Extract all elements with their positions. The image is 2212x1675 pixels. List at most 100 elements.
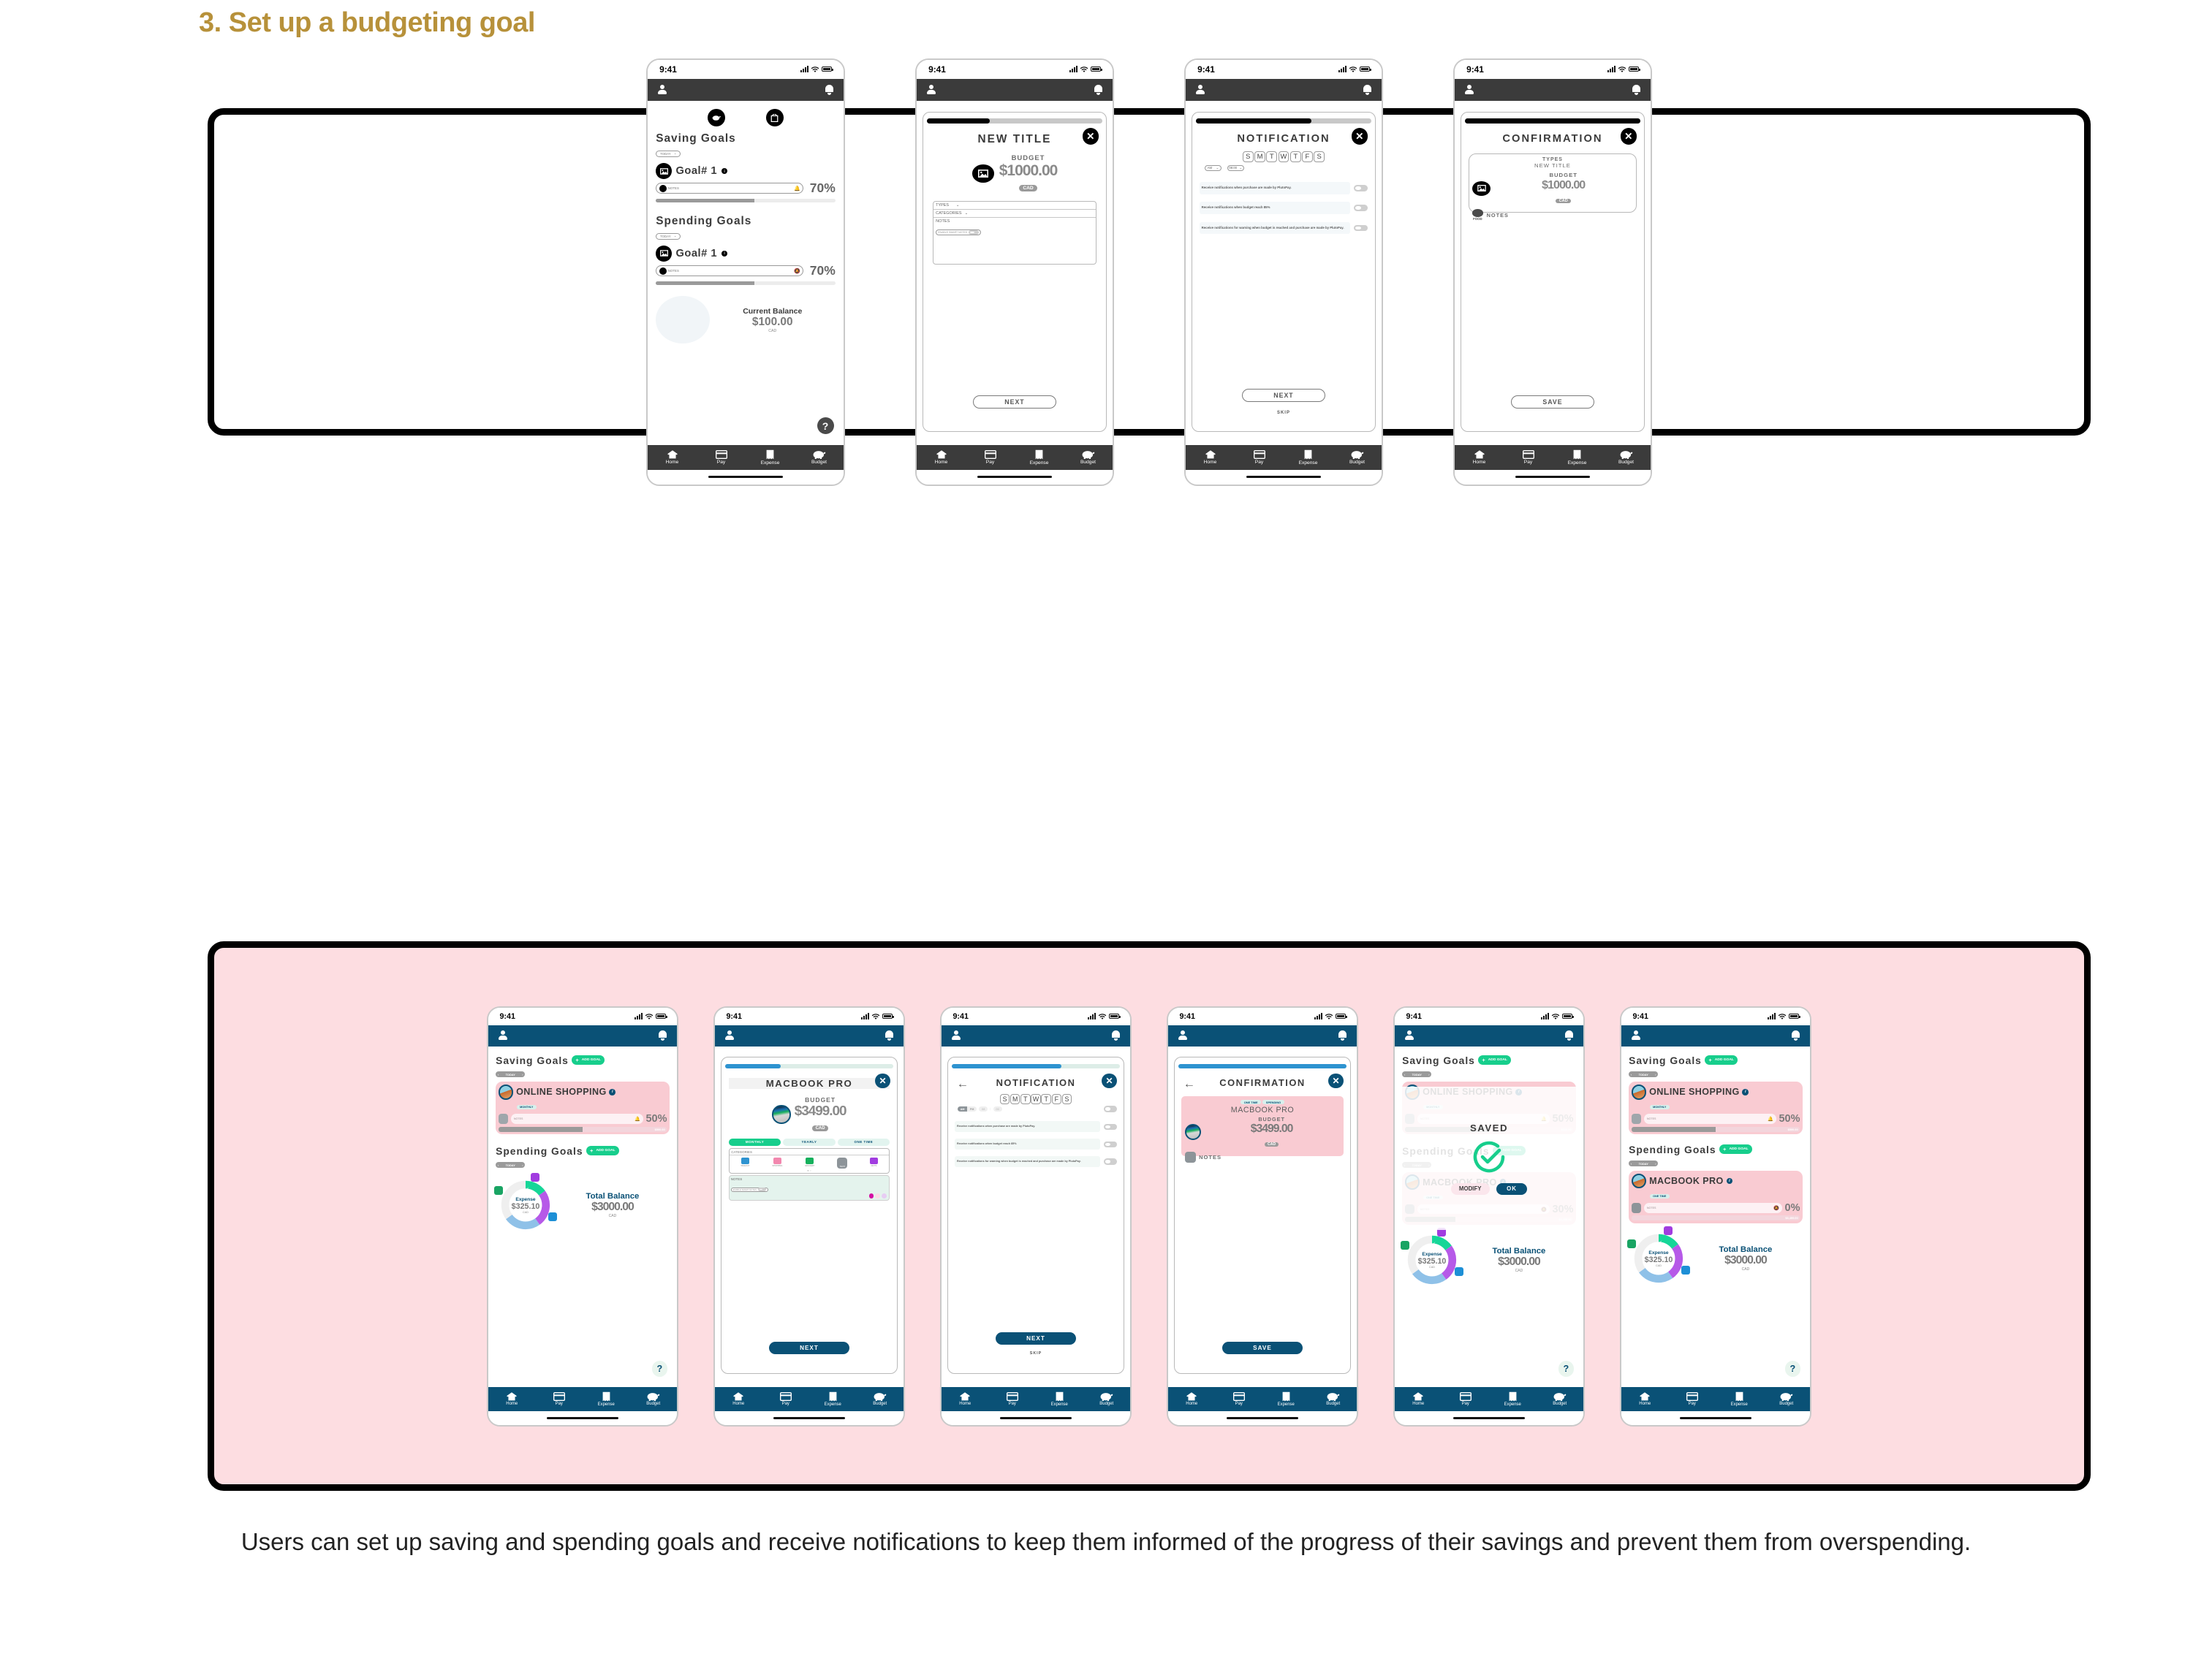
close-icon[interactable]: ✕ bbox=[1351, 128, 1368, 145]
hour-field[interactable]: 08 bbox=[979, 1106, 988, 1112]
period-selector[interactable]: ‹ TODAY › bbox=[496, 1071, 526, 1078]
bell-on-icon[interactable]: 🔔 bbox=[794, 186, 800, 191]
help-button[interactable]: ? bbox=[1784, 1361, 1801, 1377]
goal-notes-field[interactable]: NOTES 🔔 bbox=[1644, 1113, 1776, 1124]
next-period-icon[interactable]: › bbox=[1655, 1162, 1656, 1166]
tab-home[interactable]: Home bbox=[715, 1391, 762, 1406]
notes-field[interactable]: NOTES 🔕 bbox=[656, 265, 804, 277]
notification-bell-icon[interactable] bbox=[885, 1030, 894, 1041]
tab-home[interactable]: Home bbox=[488, 1391, 536, 1406]
next-button[interactable]: NEXT bbox=[1241, 389, 1326, 403]
add-goal-button[interactable]: +ADD GOAL bbox=[586, 1146, 619, 1155]
category-gifts[interactable]: GIFTS bbox=[870, 1158, 878, 1169]
day-toggle-S[interactable]: S bbox=[1314, 151, 1325, 163]
notes-field[interactable]: NOTES 🔔 bbox=[656, 183, 804, 194]
tab-expense[interactable]: Expense bbox=[1489, 1391, 1537, 1407]
tab-pay[interactable]: Pay bbox=[762, 1391, 810, 1406]
info-icon[interactable]: i bbox=[721, 167, 728, 175]
profile-icon[interactable] bbox=[1195, 84, 1205, 95]
bell-on-icon[interactable]: 🔔 bbox=[635, 1116, 640, 1122]
tab-home[interactable]: Home bbox=[1455, 449, 1504, 465]
notification-option-toggle[interactable] bbox=[1104, 1123, 1117, 1130]
notification-bell-icon[interactable] bbox=[1791, 1030, 1800, 1041]
goal-card[interactable]: ONLINE SHOPPING i MONTHLY NOTES 🔔 50% $5… bbox=[496, 1082, 670, 1135]
types-select[interactable]: TYPES ⌄ bbox=[933, 202, 1096, 210]
period-selector-saving[interactable]: TODAY ⌄ bbox=[656, 150, 681, 157]
notification-option-toggle[interactable] bbox=[1104, 1158, 1117, 1165]
tab-budget[interactable]: Budget bbox=[1602, 449, 1651, 465]
tab-home[interactable]: Home bbox=[1168, 1391, 1216, 1406]
next-period-icon[interactable]: › bbox=[1655, 1073, 1656, 1076]
day-toggle-S[interactable]: S bbox=[999, 1094, 1010, 1104]
close-icon[interactable]: ✕ bbox=[1102, 1073, 1117, 1089]
notification-bell-icon[interactable] bbox=[1111, 1030, 1121, 1041]
meridiem-select[interactable]: AM ⌄ bbox=[1204, 164, 1221, 172]
day-toggle-W[interactable]: W bbox=[1031, 1094, 1041, 1104]
tab-pay[interactable]: Pay bbox=[697, 449, 746, 465]
tab-home[interactable]: Home bbox=[917, 449, 966, 465]
goal-notes-field[interactable]: NOTES 🔔 bbox=[511, 1113, 643, 1124]
bell-off-icon[interactable]: 🔕 bbox=[794, 268, 800, 274]
info-icon[interactable]: i bbox=[1726, 1177, 1733, 1185]
prev-period-icon[interactable]: ‹ bbox=[1631, 1162, 1632, 1166]
tab-home[interactable]: Home bbox=[1621, 1391, 1669, 1406]
budget-image-icon[interactable] bbox=[971, 164, 994, 183]
notification-bell-icon[interactable] bbox=[1338, 1030, 1347, 1041]
bell-on-icon[interactable]: 🔔 bbox=[1768, 1116, 1773, 1122]
day-toggle-F[interactable]: F bbox=[1302, 151, 1313, 163]
notification-option-toggle[interactable] bbox=[1354, 185, 1368, 191]
period-selector[interactable]: ‹ TODAY › bbox=[1629, 1161, 1659, 1167]
tab-pay[interactable]: Pay bbox=[1442, 1391, 1490, 1406]
profile-icon[interactable] bbox=[1178, 1030, 1188, 1041]
prev-period-icon[interactable]: ‹ bbox=[1404, 1073, 1405, 1076]
frequency-yearly[interactable]: YEARLY bbox=[783, 1138, 836, 1146]
save-button[interactable]: SAVE bbox=[1510, 395, 1595, 409]
profile-icon[interactable] bbox=[724, 1030, 735, 1041]
day-toggle-M[interactable]: M bbox=[1254, 151, 1265, 163]
profile-icon[interactable] bbox=[498, 1030, 508, 1041]
notification-bell-icon[interactable] bbox=[1094, 84, 1103, 95]
save-button[interactable]: SAVE bbox=[1221, 1341, 1303, 1354]
goal-card[interactable]: MACBOOK PRO i ONE TIME NOTES 🔕 0% $3,499… bbox=[1629, 1171, 1803, 1223]
tab-home[interactable]: Home bbox=[942, 1391, 989, 1406]
next-button[interactable]: NEXT bbox=[972, 395, 1057, 409]
notification-bell-icon[interactable] bbox=[1632, 84, 1641, 95]
notification-option-toggle[interactable] bbox=[1354, 224, 1368, 232]
smart-notes-toggle-row[interactable]: ENABLE SMART NOTES bbox=[936, 229, 982, 236]
tab-home[interactable]: Home bbox=[648, 449, 697, 465]
tab-pay[interactable]: Pay bbox=[989, 1391, 1037, 1406]
profile-icon[interactable] bbox=[1404, 1030, 1414, 1041]
tab-expense[interactable]: Expense bbox=[1262, 1391, 1310, 1407]
category-takeout[interactable]: TAKEOUT bbox=[741, 1158, 749, 1169]
profile-icon[interactable] bbox=[926, 84, 936, 95]
tab-pay[interactable]: Pay bbox=[1235, 449, 1284, 465]
skip-link[interactable]: SKIP bbox=[1192, 411, 1375, 415]
notification-bell-icon[interactable] bbox=[1564, 1030, 1574, 1041]
period-selector[interactable]: ‹ TODAY › bbox=[1629, 1071, 1659, 1078]
notification-bell-icon[interactable] bbox=[1363, 84, 1372, 95]
categories-select[interactable]: CATEGORIES ⌄ bbox=[933, 210, 1096, 218]
info-icon[interactable]: i bbox=[721, 250, 728, 257]
profile-icon[interactable] bbox=[1464, 84, 1474, 95]
time-select[interactable]: 08:00 ⌄ bbox=[1227, 164, 1244, 172]
day-toggle-S[interactable]: S bbox=[1061, 1094, 1072, 1104]
category-tech[interactable]: TECH bbox=[837, 1158, 848, 1169]
profile-icon[interactable] bbox=[657, 84, 667, 95]
goal-notes-field[interactable]: NOTES 🔕 bbox=[1644, 1202, 1782, 1213]
frequency-one-time[interactable]: ONE TIME bbox=[837, 1138, 890, 1146]
help-button[interactable]: ? bbox=[1558, 1361, 1575, 1377]
tab-expense[interactable]: Expense bbox=[1036, 1391, 1083, 1407]
tab-budget[interactable]: Budget bbox=[795, 449, 844, 465]
day-toggle-T[interactable]: T bbox=[1266, 151, 1278, 163]
day-toggle-S[interactable]: S bbox=[1242, 151, 1254, 163]
notification-bell-icon[interactable] bbox=[658, 1030, 667, 1041]
tab-pay[interactable]: Pay bbox=[1504, 449, 1553, 465]
add-goal-button[interactable]: +ADD GOAL bbox=[572, 1055, 605, 1066]
tab-budget[interactable]: Budget bbox=[1064, 449, 1113, 465]
tab-pay[interactable]: Pay bbox=[1669, 1391, 1716, 1406]
info-icon[interactable]: i bbox=[609, 1088, 616, 1095]
ok-button[interactable]: OK bbox=[1496, 1182, 1528, 1195]
notification-bell-icon[interactable] bbox=[825, 84, 834, 95]
prev-period-icon[interactable]: ‹ bbox=[498, 1073, 499, 1076]
goal-card[interactable]: ONLINE SHOPPING i MONTHLY NOTES 🔔 50% $5… bbox=[1629, 1082, 1803, 1135]
